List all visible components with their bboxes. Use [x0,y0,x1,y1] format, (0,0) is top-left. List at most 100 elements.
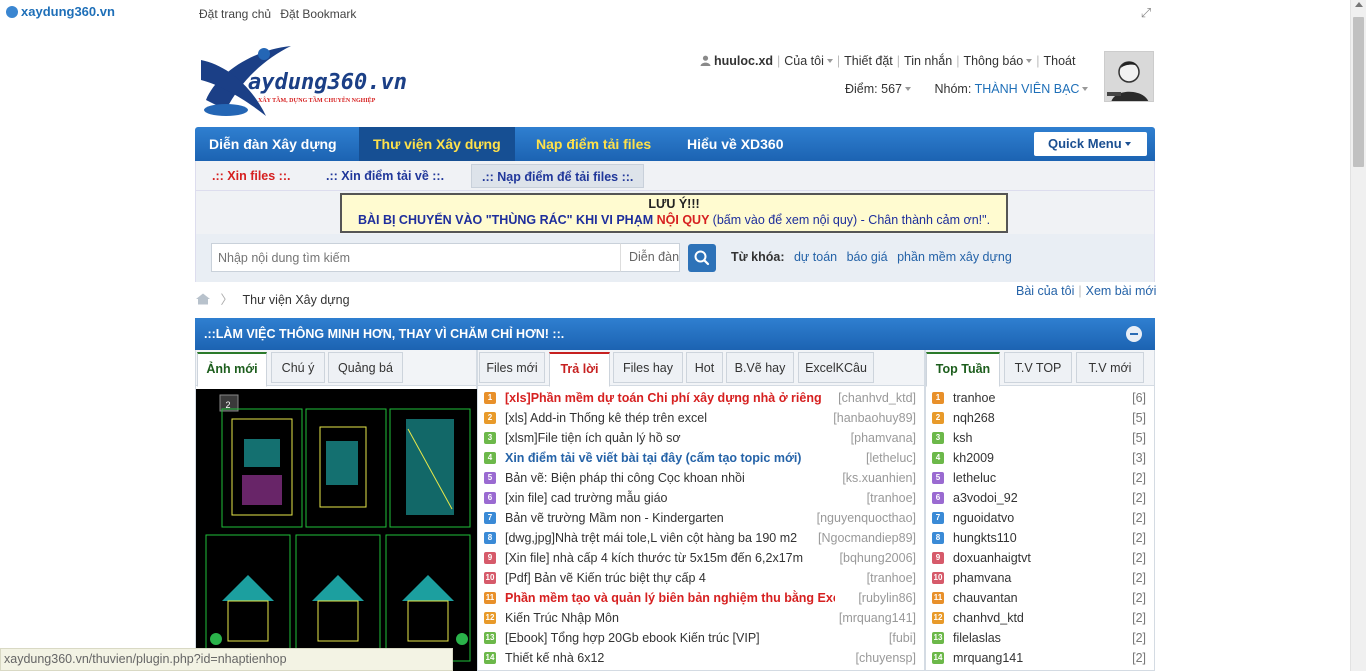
fullscreen-icon[interactable]: ⤢ [1139,6,1153,20]
tab-good-drawings[interactable]: B.Vẽ hay [726,352,794,383]
list-item[interactable]: 4 kh2009 [3] [926,448,1154,468]
subnav-topup-points[interactable]: .:: Nạp điểm để tải files ::. [471,164,645,188]
list-item[interactable]: 9 [Xin file] nhà cấp 4 kích thước từ 5x15… [478,548,924,568]
nav-tab-about[interactable]: Hiểu về XD360 [673,127,798,161]
file-title-link[interactable]: [Pdf] Bản vẽ Kiến trúc biệt thự cấp 4 [505,568,835,588]
list-item[interactable]: 6 [xin file] cad trường mẫu giáo [tranhoe] [478,488,924,508]
nav-tab-topup[interactable]: Nạp điểm tải files [522,127,665,161]
member-name-link[interactable]: kh2009 [953,448,1103,468]
file-title-link[interactable]: [Xin file] nhà cấp 4 kích thước từ 5x15m… [505,548,835,568]
member-name-link[interactable]: hungkts110 [953,528,1103,548]
file-title-link[interactable]: Bản vẽ: Biện pháp thi công Cọc khoan nhồ… [505,468,835,488]
file-title-link[interactable]: [xin file] cad trường mẫu giáo [505,488,835,508]
member-name-link[interactable]: ksh [953,428,1103,448]
search-input[interactable] [211,243,621,272]
member-name-link[interactable]: chanhvd_ktd [953,608,1103,628]
points-value[interactable]: 567 [881,82,911,96]
list-item[interactable]: 3 [xlsm]File tiện ích quản lý hồ sơ [phamv… [478,428,924,448]
notice-box[interactable]: LƯU Ý!!! BÀI BỊ CHUYỂN VÀO "THÙNG RÁC" K… [340,193,1008,233]
list-item[interactable]: 6 a3vodoi_92 [2] [926,488,1154,508]
list-item[interactable]: 13 filelaslas [2] [926,628,1154,648]
list-item[interactable]: 10 [Pdf] Bản vẽ Kiến trúc biệt thự cấp 4 [… [478,568,924,588]
list-item[interactable]: 13 [Ebook] Tổng hợp 20Gb ebook Kiến trúc … [478,628,924,648]
search-scope-select[interactable]: Diễn đàn [620,243,680,272]
keyword-link[interactable]: phần mềm xây dựng [897,250,1012,264]
tab-hot[interactable]: Hot [686,352,723,383]
member-name-link[interactable]: letheluc [953,468,1103,488]
file-title-link[interactable]: [xls]Phần mềm dự toán Chi phí xây dựng n… [505,388,835,408]
member-name-link[interactable]: nguoidatvo [953,508,1103,528]
file-title-link[interactable]: [xls] Add-in Thống kê thép trên excel [505,408,835,428]
settings-link[interactable]: Thiết đặt [844,54,893,68]
file-title-link[interactable]: Phần mềm tạo và quản lý biên bản nghiệm … [505,588,835,608]
site-link[interactable]: xaydung360.vn [6,4,115,19]
file-title-link[interactable]: [xlsm]File tiện ích quản lý hồ sơ [505,428,835,448]
member-name-link[interactable]: filelaslas [953,628,1103,648]
list-item[interactable]: 7 nguoidatvo [2] [926,508,1154,528]
tab-new-files[interactable]: Files mới [479,352,545,383]
collapse-icon[interactable] [1126,326,1142,342]
tab-replies[interactable]: Trả lời [549,352,610,387]
logout-link[interactable]: Thoát [1044,54,1076,68]
list-item[interactable]: 1 tranhoe [6] [926,388,1154,408]
tab-top-week[interactable]: Top Tuần [926,352,1000,387]
list-item[interactable]: 11 Phần mềm tạo và quản lý biên bản nghiệ… [478,588,924,608]
username[interactable]: huuloc.xd [714,54,773,68]
messages-link[interactable]: Tin nhắn [904,54,952,68]
list-item[interactable]: 10 phamvana [2] [926,568,1154,588]
search-button[interactable] [688,244,716,272]
quick-menu-button[interactable]: Quick Menu [1034,132,1147,156]
list-item[interactable]: 14 Thiết kế nhà 6x12 [chuyensp] [478,648,924,668]
list-item[interactable]: 1 [xls]Phần mềm dự toán Chi phí xây dựng … [478,388,924,408]
member-name-link[interactable]: chauvantan [953,588,1103,608]
home-icon[interactable] [195,293,211,305]
tab-good-files[interactable]: Files hay [613,352,683,383]
file-title-link[interactable]: Bản vẽ trường Mầm non - Kindergarten [505,508,835,528]
nav-tab-forum[interactable]: Diễn đàn Xây dựng [195,127,351,161]
list-item[interactable]: 7 Bản vẽ trường Mầm non - Kindergarten [ng… [478,508,924,528]
keyword-link[interactable]: dự toán [794,250,837,264]
tab-promote[interactable]: Quảng bá [328,352,403,383]
list-item[interactable]: 5 Bản vẽ: Biện pháp thi công Cọc khoan nh… [478,468,924,488]
member-name-link[interactable]: doxuanhaigtvt [953,548,1103,568]
member-name-link[interactable]: tranhoe [953,388,1103,408]
file-title-link[interactable]: Xin điểm tải về viết bài tại đây (cấm tạ… [505,448,835,468]
member-name-link[interactable]: a3vodoi_92 [953,488,1103,508]
file-title-link[interactable]: Kiến Trúc Nhập Môn [505,608,835,628]
scrollbar-thumb[interactable] [1353,17,1364,167]
list-item[interactable]: 8 [dwg,jpg]Nhà trệt mái tole,L viên cột h… [478,528,924,548]
featured-image[interactable]: 2 [196,389,477,671]
tab-excel-structures[interactable]: ExcelKCâu [798,352,874,383]
tab-new-images[interactable]: Ảnh mới [197,352,267,387]
new-posts-link[interactable]: Xem bài mới [1086,284,1157,298]
list-item[interactable]: 14 mrquang141 [2] [926,648,1154,668]
subnav-request-files[interactable]: .:: Xin files ::. [202,164,300,188]
notifications-menu[interactable]: Thông báo [963,54,1033,68]
member-name-link[interactable]: phamvana [953,568,1103,588]
file-title-link[interactable]: [Ebook] Tổng hợp 20Gb ebook Kiến trúc [V… [505,628,835,648]
my-menu[interactable]: Của tôi [784,54,833,68]
subnav-request-points[interactable]: .:: Xin điểm tải về ::. [316,164,454,188]
list-item[interactable]: 2 nqh268 [5] [926,408,1154,428]
file-title-link[interactable]: Thiết kế nhà 6x12 [505,648,835,668]
vertical-scrollbar[interactable] [1350,0,1366,671]
member-name-link[interactable]: mrquang141 [953,648,1103,668]
breadcrumb-current[interactable]: Thư viện Xây dựng [242,293,349,307]
group-value[interactable]: THÀNH VIÊN BẠC [975,82,1089,96]
list-item[interactable]: 11 chauvantan [2] [926,588,1154,608]
list-item[interactable]: 2 [xls] Add-in Thống kê thép trên excel [h… [478,408,924,428]
keyword-link[interactable]: báo giá [847,250,888,264]
list-item[interactable]: 9 doxuanhaigtvt [2] [926,548,1154,568]
site-logo[interactable]: aydung360.vn XÂY TẦM, DỰNG TẦM CHUYÊN NG… [196,40,407,120]
list-item[interactable]: 5 letheluc [2] [926,468,1154,488]
member-name-link[interactable]: nqh268 [953,408,1103,428]
my-posts-link[interactable]: Bài của tôi [1016,284,1074,298]
tab-new-members[interactable]: T.V mới [1076,352,1144,383]
bookmark-link[interactable]: Đặt Bookmark [280,7,356,21]
list-item[interactable]: 3 ksh [5] [926,428,1154,448]
set-homepage-link[interactable]: Đặt trang chủ [199,7,271,21]
list-item[interactable]: 12 chanhvd_ktd [2] [926,608,1154,628]
list-item[interactable]: 4 Xin điểm tải về viết bài tại đây (cấm t… [478,448,924,468]
file-title-link[interactable]: [dwg,jpg]Nhà trệt mái tole,L viên cột hà… [505,528,835,548]
list-item[interactable]: 12 Kiến Trúc Nhập Môn [mrquang141] [478,608,924,628]
